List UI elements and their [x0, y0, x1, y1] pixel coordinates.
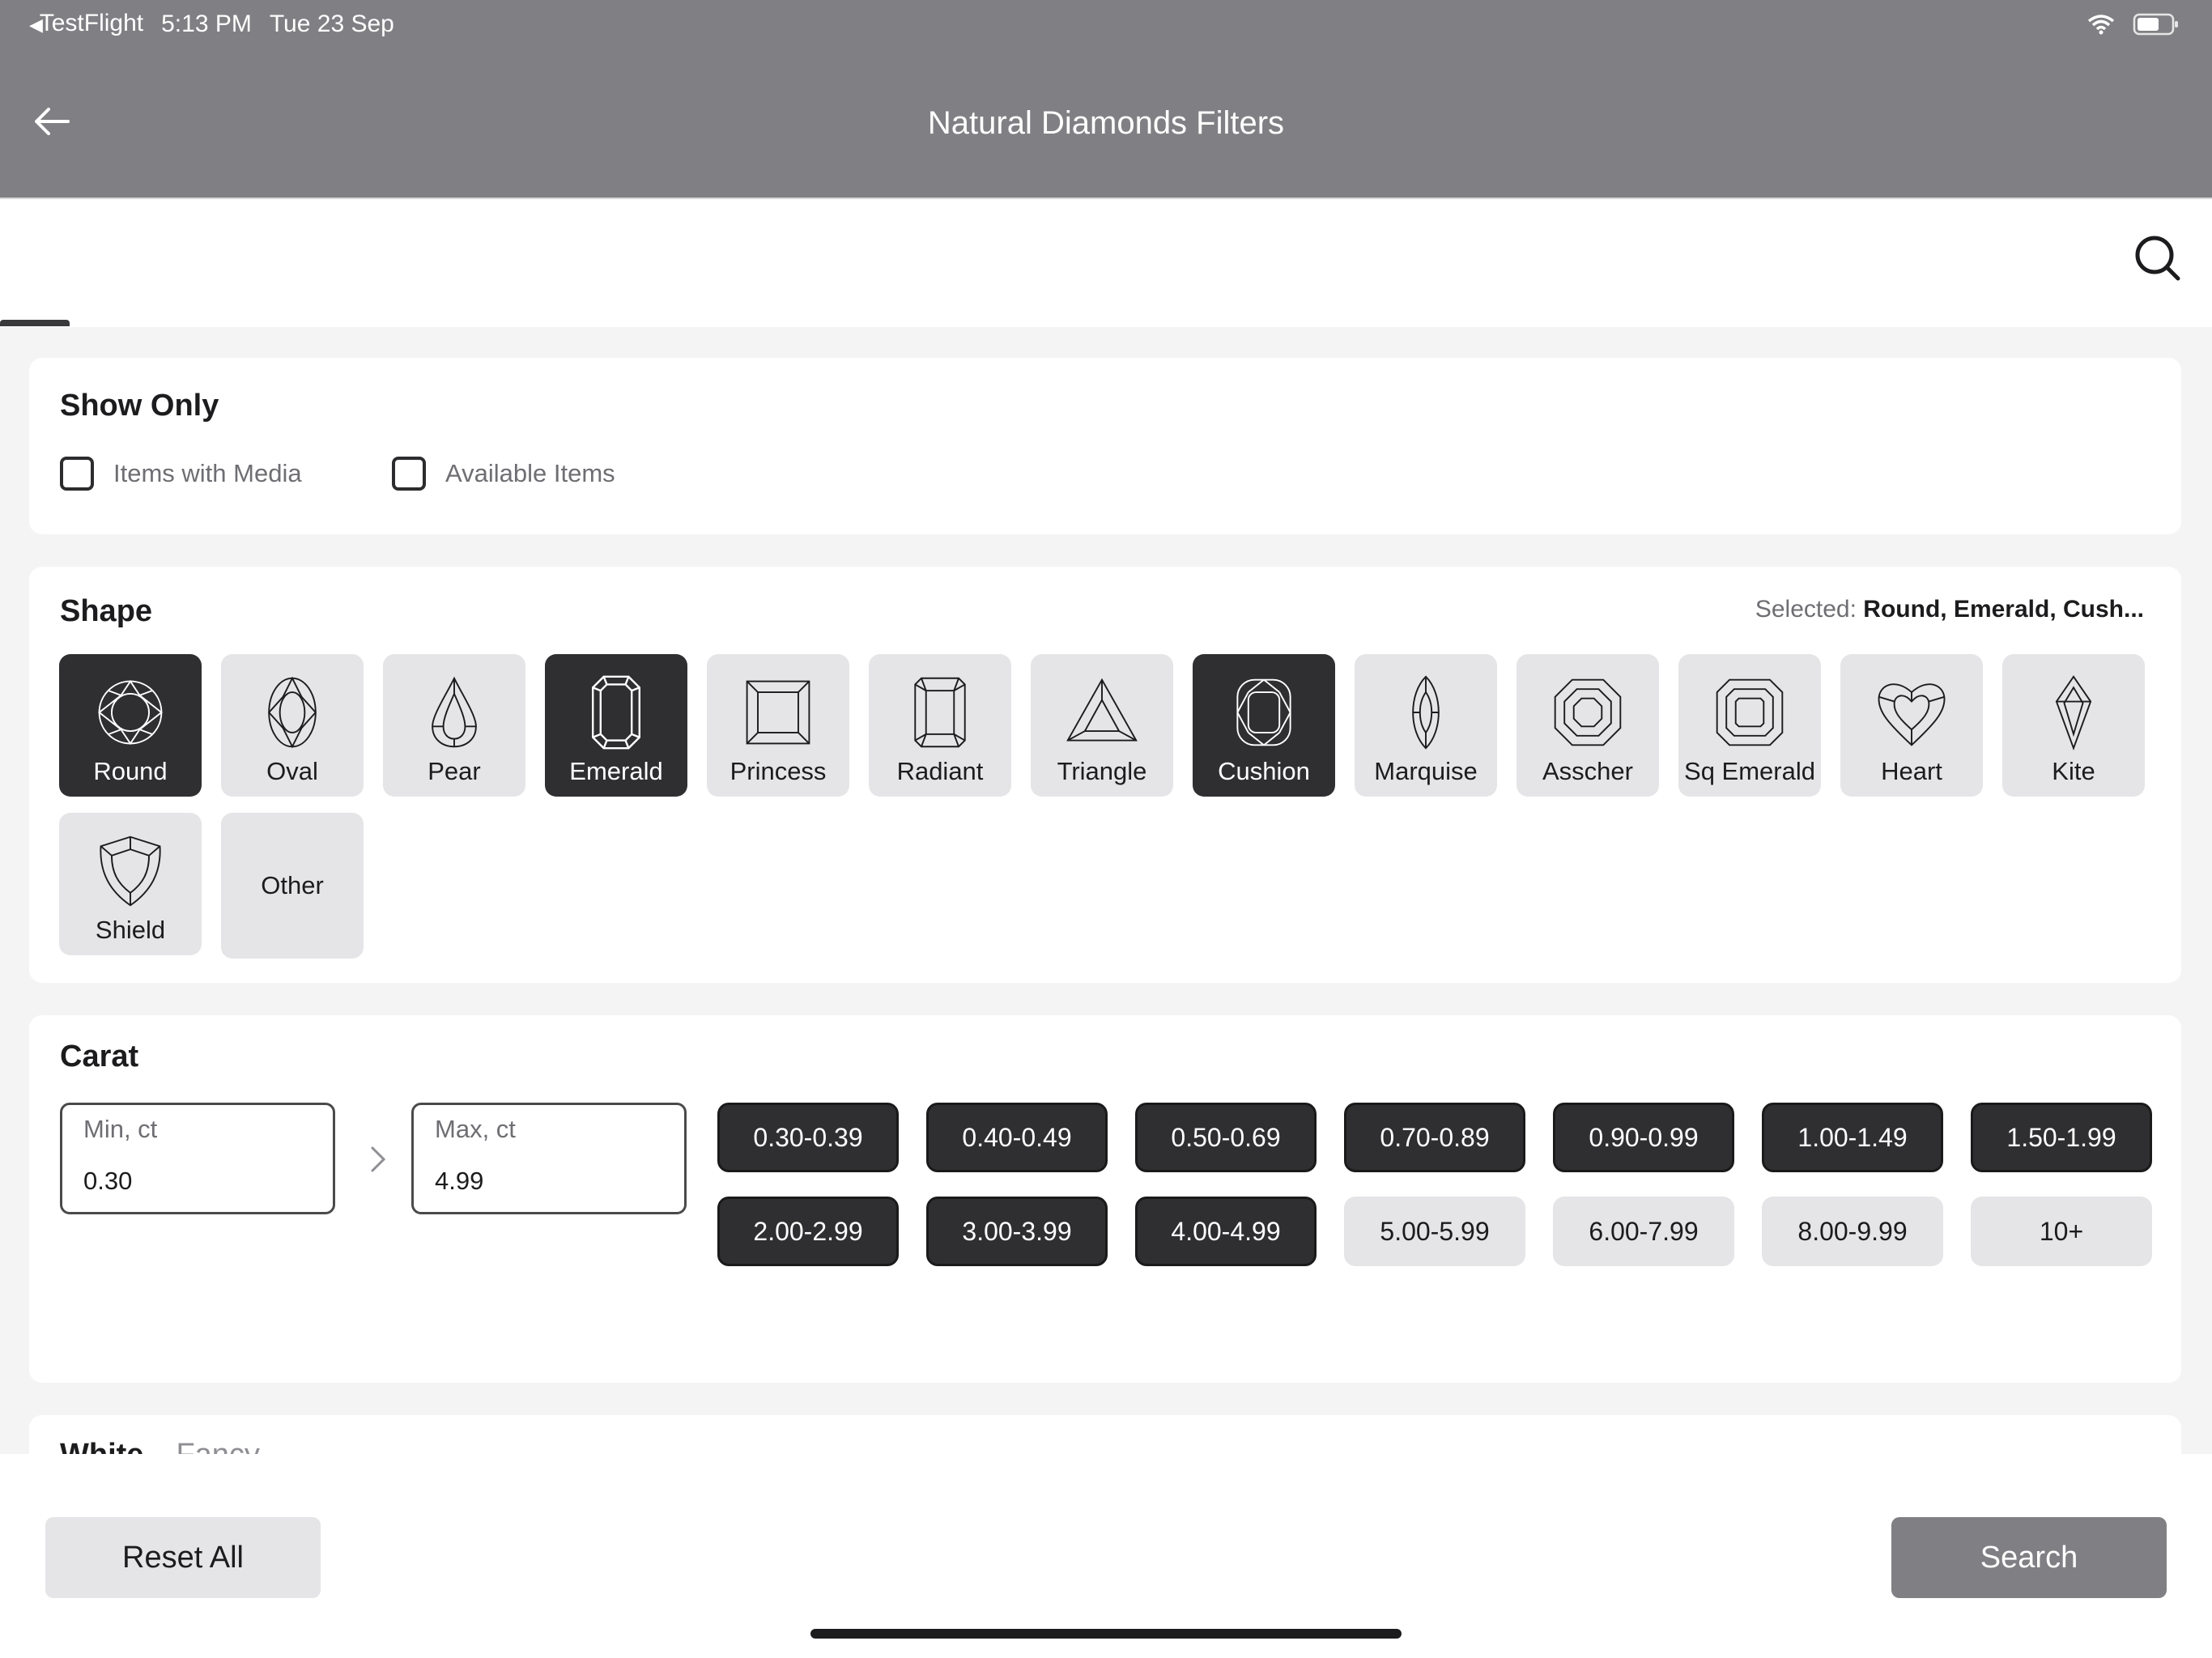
carat-range-chip[interactable]: 1.00-1.49 — [1762, 1103, 1943, 1172]
shape-label: Sq Emerald — [1684, 757, 1815, 785]
shape-card: Shape Selected: Round, Emerald, Cush... … — [29, 567, 2181, 983]
shape-title: Shape — [60, 594, 153, 628]
carat-min-field[interactable]: Min, ct 0.30 — [60, 1103, 335, 1214]
shape-tile-princess[interactable]: Princess — [707, 654, 849, 797]
sq-emerald-diamond-icon — [1716, 678, 1784, 746]
shape-tile-asscher[interactable]: Asscher — [1516, 654, 1659, 797]
shield-diamond-icon — [100, 835, 161, 907]
show-only-card: Show Only Items with Media Available Ite… — [29, 358, 2181, 534]
search-bar — [0, 198, 2212, 327]
shape-label: Other — [261, 871, 324, 899]
carat-range-chip[interactable]: 10+ — [1971, 1197, 2152, 1266]
checkbox-items-with-media[interactable]: Items with Media — [60, 457, 302, 491]
cushion-diamond-icon — [1236, 678, 1291, 746]
home-indicator — [810, 1629, 1402, 1639]
carat-range-chip[interactable]: 0.50-0.69 — [1135, 1103, 1317, 1172]
marquise-diamond-icon — [1412, 675, 1440, 750]
carat-range-chip[interactable]: 2.00-2.99 — [717, 1197, 899, 1266]
carat-min-placeholder: Min, ct — [83, 1115, 158, 1143]
shape-label: Round — [93, 757, 168, 785]
status-bar-left: ◀ TestFlight 5:13 PM Tue 23 Sep — [29, 8, 394, 40]
chevron-right-icon — [371, 1146, 386, 1172]
checkbox-label: Items with Media — [113, 459, 302, 487]
selected-value: Round, Emerald, Cush... — [1863, 596, 2144, 623]
shape-tile-marquise[interactable]: Marquise — [1355, 654, 1497, 797]
carat-range-chip[interactable]: 0.70-0.89 — [1344, 1103, 1525, 1172]
checkbox-available-items[interactable]: Available Items — [392, 457, 615, 491]
carat-range-chip[interactable]: 3.00-3.99 — [926, 1197, 1108, 1266]
shape-label: Radiant — [896, 757, 984, 785]
shape-label: Pear — [428, 757, 481, 785]
asscher-diamond-icon — [1554, 678, 1622, 746]
emerald-diamond-icon — [592, 675, 640, 750]
status-date: Tue 23 Sep — [269, 11, 394, 37]
carat-range-chip[interactable]: 0.30-0.39 — [717, 1103, 899, 1172]
shape-label: Cushion — [1218, 757, 1310, 785]
carat-max-placeholder: Max, ct — [435, 1115, 516, 1143]
shape-label: Oval — [266, 757, 318, 785]
carat-min-value: 0.30 — [83, 1167, 133, 1195]
princess-diamond-icon — [746, 680, 810, 745]
shape-tile-cushion[interactable]: Cushion — [1193, 654, 1335, 797]
shape-label: Asscher — [1542, 757, 1633, 785]
carat-max-field[interactable]: Max, ct 4.99 — [411, 1103, 687, 1214]
selected-prefix: Selected: — [1755, 596, 1857, 623]
back-app-label: TestFlight — [39, 10, 144, 36]
carat-range-chip[interactable]: 6.00-7.99 — [1553, 1197, 1734, 1266]
carat-range-chip[interactable]: 8.00-9.99 — [1762, 1197, 1943, 1266]
shape-tile-oval[interactable]: Oval — [221, 654, 364, 797]
heart-diamond-icon — [1878, 683, 1946, 746]
wifi-icon — [2087, 15, 2115, 35]
carat-range-chip[interactable]: 5.00-5.99 — [1344, 1197, 1525, 1266]
pear-diamond-icon — [432, 676, 477, 748]
tab-indicator — [0, 320, 70, 326]
shape-tile-heart[interactable]: Heart — [1840, 654, 1983, 797]
shape-tile-kite[interactable]: Kite — [2002, 654, 2145, 797]
search-button[interactable]: Search — [1891, 1517, 2167, 1598]
shape-tile-other[interactable]: Other — [221, 813, 364, 959]
shape-label: Emerald — [569, 757, 663, 785]
shape-label: Princess — [730, 757, 827, 785]
radiant-diamond-icon — [914, 677, 966, 748]
shape-label: Marquise — [1374, 757, 1478, 785]
carat-range-chip[interactable]: 0.40-0.49 — [926, 1103, 1108, 1172]
carat-range-chip[interactable]: 4.00-4.99 — [1135, 1197, 1317, 1266]
carat-range-chip[interactable]: 1.50-1.99 — [1971, 1103, 2152, 1172]
kite-diamond-icon — [2055, 675, 2092, 750]
checkbox-label: Available Items — [445, 459, 615, 487]
bottom-action-bar: Reset All Search — [0, 1454, 2212, 1658]
carat-range-chip[interactable]: 0.90-0.99 — [1553, 1103, 1734, 1172]
battery-icon — [2133, 13, 2178, 36]
checkbox-box[interactable] — [392, 457, 426, 491]
shape-tile-sq-emerald[interactable]: Sq Emerald — [1678, 654, 1821, 797]
shape-label: Shield — [95, 916, 166, 944]
search-icon[interactable] — [2131, 232, 2184, 285]
header: ◀ TestFlight 5:13 PM Tue 23 Sep Natural … — [0, 0, 2212, 198]
shape-label: Heart — [1881, 757, 1942, 785]
carat-max-value: 4.99 — [435, 1167, 484, 1195]
shape-tile-emerald[interactable]: Emerald — [545, 654, 687, 797]
status-time: 5:13 PM — [161, 11, 252, 37]
back-to-app-link[interactable]: ◀ TestFlight — [29, 7, 143, 41]
shape-tile-shield[interactable]: Shield — [59, 813, 202, 955]
shape-tile-round[interactable]: Round — [59, 654, 202, 797]
round-diamond-icon — [98, 679, 163, 746]
show-only-title: Show Only — [60, 389, 219, 423]
checkbox-box[interactable] — [60, 457, 94, 491]
shape-tile-pear[interactable]: Pear — [383, 654, 525, 797]
status-bar-right — [2087, 8, 2180, 40]
shape-selected-summary: Selected: Round, Emerald, Cush... — [1755, 596, 2144, 623]
oval-diamond-icon — [267, 676, 317, 749]
carat-title: Carat — [60, 1039, 139, 1073]
reset-all-button[interactable]: Reset All — [45, 1517, 321, 1598]
page-title: Natural Diamonds Filters — [927, 105, 1285, 141]
shape-label: Kite — [2052, 757, 2095, 785]
triangle-diamond-icon — [1066, 678, 1138, 742]
shape-label: Triangle — [1057, 757, 1147, 785]
carat-card: Carat Min, ct 0.30 Max, ct 4.99 0.30-0.3… — [29, 1015, 2181, 1383]
shape-tile-triangle[interactable]: Triangle — [1031, 654, 1173, 797]
shape-tile-radiant[interactable]: Radiant — [869, 654, 1011, 797]
